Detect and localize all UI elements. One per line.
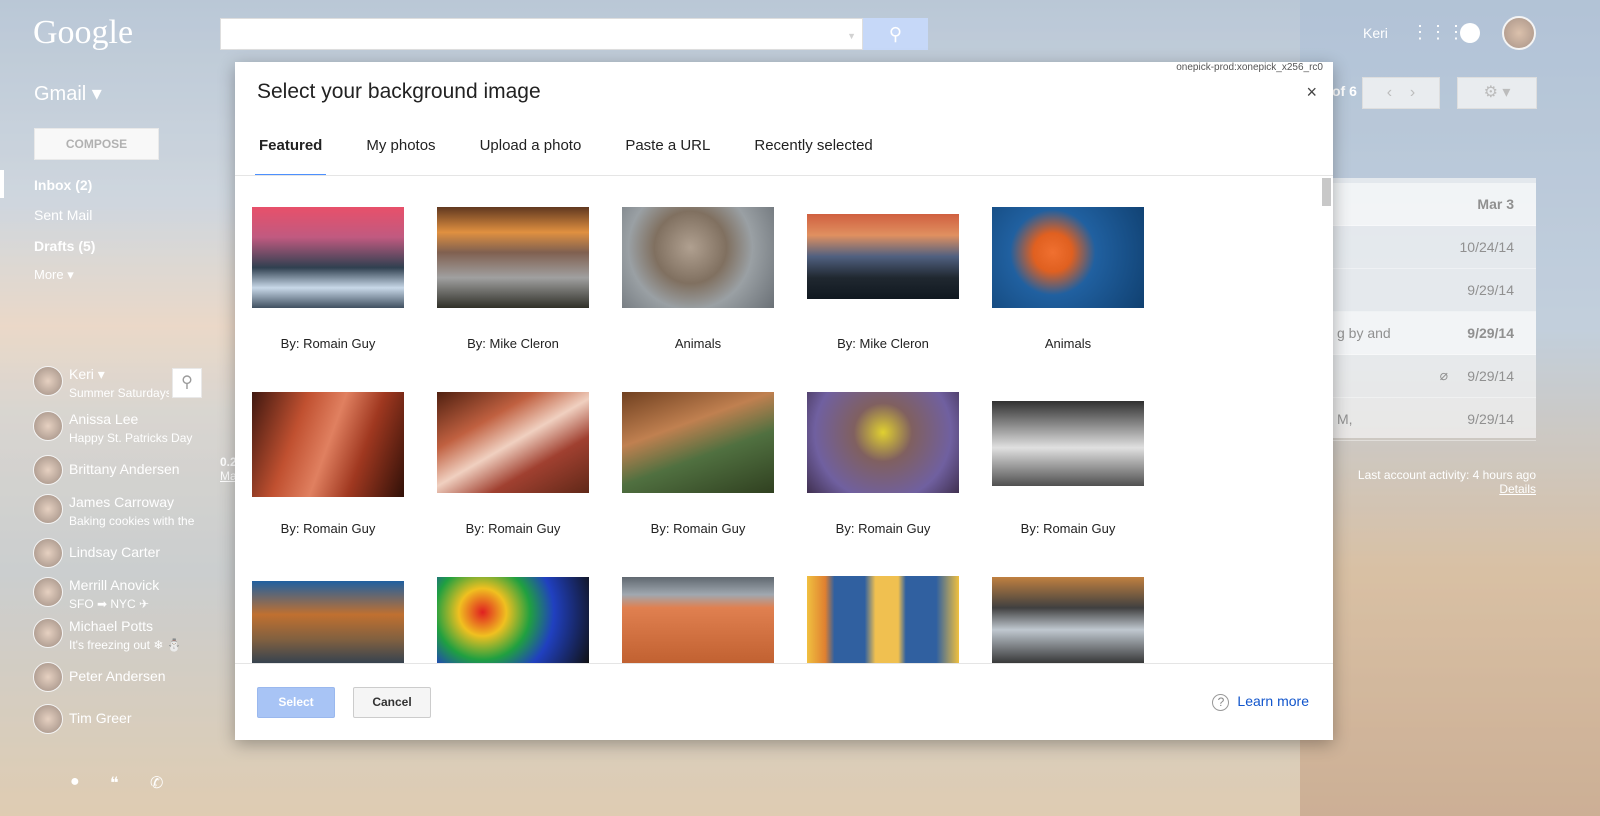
image-grid-area: By: Romain Guy By: Mike Cleron Animals By: … — [235, 175, 1333, 664]
thumbnail-caption: By: Mike Cleron — [837, 336, 929, 351]
version-label: onepick-prod:xonepick_x256_rc0 — [1176, 62, 1323, 73]
background-thumbnail[interactable]: By: Romain Guy — [807, 392, 959, 577]
thumbnail-image — [622, 207, 774, 308]
background-thumbnail[interactable]: By: Romain Guy — [252, 207, 404, 392]
thumbnail-caption: By: Romain Guy — [835, 521, 931, 536]
thumbnail-image — [807, 576, 959, 663]
thumbnail-caption: By: Romain Guy — [650, 521, 746, 536]
background-thumbnail[interactable]: By: Romain Guy — [622, 392, 774, 577]
tab-featured[interactable]: Featured — [255, 136, 327, 176]
background-thumbnail[interactable] — [807, 576, 959, 663]
learn-more-link[interactable]: ? Learn more — [1212, 693, 1309, 711]
thumbnail-image — [807, 214, 959, 299]
background-thumbnail[interactable] — [252, 577, 404, 663]
thumbnail-caption: Animals — [674, 336, 722, 351]
thumbnail-image — [622, 577, 774, 663]
thumbnail-caption: By: Romain Guy — [465, 521, 561, 536]
thumbnail-image — [437, 207, 589, 308]
thumbnail-caption: By: Romain Guy — [280, 336, 376, 351]
background-thumbnail[interactable]: By: Mike Cleron — [807, 207, 959, 392]
thumbnail-caption: Animals — [1044, 336, 1092, 351]
tab-upload-photo[interactable]: Upload a photo — [480, 136, 604, 176]
close-icon[interactable]: × — [1306, 82, 1317, 103]
background-thumbnail[interactable] — [437, 577, 589, 663]
scrollbar[interactable] — [1322, 178, 1331, 206]
thumbnail-image — [992, 401, 1144, 486]
learn-more-label: Learn more — [1237, 693, 1309, 709]
thumbnail-caption: By: Mike Cleron — [467, 336, 559, 351]
tab-recently-selected[interactable]: Recently selected — [754, 136, 894, 176]
background-thumbnail[interactable]: Animals — [622, 207, 774, 392]
background-thumbnail[interactable]: By: Romain Guy — [252, 392, 404, 577]
thumbnail-image — [992, 207, 1144, 308]
background-thumbnail[interactable]: Animals — [992, 207, 1144, 392]
thumbnail-image — [252, 581, 404, 663]
thumbnail-image — [992, 577, 1144, 663]
cancel-button[interactable]: Cancel — [353, 687, 431, 718]
dialog-title: Select your background image — [257, 80, 541, 103]
select-button[interactable]: Select — [257, 687, 335, 718]
tab-paste-url[interactable]: Paste a URL — [625, 136, 732, 176]
tab-my-photos[interactable]: My photos — [366, 136, 457, 176]
background-thumbnail[interactable]: By: Mike Cleron — [437, 207, 589, 392]
background-picker-dialog: onepick-prod:xonepick_x256_rc0 Select yo… — [235, 62, 1333, 740]
thumbnail-image — [437, 392, 589, 493]
help-icon: ? — [1212, 694, 1230, 711]
image-grid: By: Romain Guy By: Mike Cleron Animals By: … — [252, 207, 1144, 663]
thumbnail-image — [807, 392, 959, 493]
thumbnail-caption: By: Romain Guy — [1020, 521, 1116, 536]
thumbnail-caption: By: Romain Guy — [280, 521, 376, 536]
thumbnail-image — [437, 577, 589, 663]
thumbnail-image — [252, 392, 404, 497]
thumbnail-image — [622, 392, 774, 493]
background-thumbnail[interactable] — [622, 577, 774, 663]
background-thumbnail[interactable]: By: Romain Guy — [992, 392, 1144, 577]
background-thumbnail[interactable] — [992, 577, 1144, 663]
thumbnail-image — [252, 207, 404, 308]
picker-tabs: Featured My photos Upload a photo Paste … — [255, 136, 917, 176]
background-thumbnail[interactable]: By: Romain Guy — [437, 392, 589, 577]
